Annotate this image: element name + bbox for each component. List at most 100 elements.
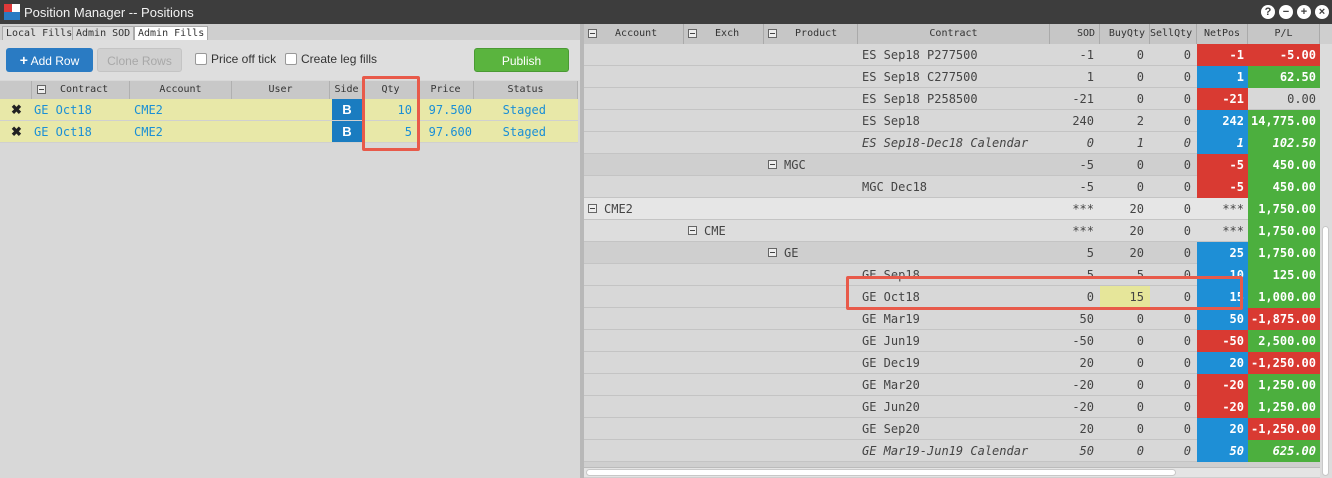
position-label: ES Sep18 P277500 (862, 48, 978, 62)
help-icon[interactable]: ? (1261, 5, 1275, 19)
position-buyqty: 0 (1136, 70, 1144, 84)
position-sellqty: 0 (1183, 114, 1191, 128)
scroll-thumb[interactable] (586, 469, 1176, 476)
header-sellqty[interactable]: SellQty (1150, 24, 1197, 44)
position-row[interactable]: GE Mar20 -20 0 0 -20 1,250.00 (584, 374, 1320, 396)
position-netpos: 20 (1197, 418, 1248, 440)
tab-admin-sod[interactable]: Admin SOD (72, 26, 135, 40)
scroll-thumb[interactable] (1322, 226, 1329, 476)
position-netpos: -1 (1197, 44, 1248, 66)
position-row[interactable]: GE Mar19 50 0 0 50 -1,875.00 (584, 308, 1320, 330)
position-row[interactable]: ES Sep18 240 2 0 242 14,775.00 (584, 110, 1320, 132)
header-pl[interactable]: P/L (1248, 24, 1320, 44)
fill-price[interactable]: 97.500 (420, 99, 472, 121)
collapse-icon[interactable] (588, 28, 597, 38)
position-row[interactable]: GE Dec19 20 0 0 20 -1,250.00 (584, 352, 1320, 374)
header-netpos[interactable]: NetPos (1197, 24, 1248, 44)
fill-row[interactable]: ✖ GE Oct18 CME2 B 5 97.600 Staged (0, 121, 578, 143)
maximize-icon[interactable]: + (1297, 5, 1311, 19)
position-sod: 240 (1072, 114, 1094, 128)
position-pl: -1,250.00 (1248, 352, 1320, 374)
fill-account[interactable]: CME2 (134, 99, 163, 121)
header-side[interactable]: Side (330, 81, 364, 99)
fill-side[interactable]: B (332, 99, 362, 120)
position-sellqty: 0 (1183, 136, 1191, 150)
tab-admin-fills[interactable]: Admin Fills (134, 26, 209, 40)
collapse-icon[interactable] (768, 28, 777, 38)
position-netpos: -20 (1197, 374, 1248, 396)
header-contract[interactable]: Contract (858, 24, 1050, 44)
header-user[interactable]: User (232, 81, 330, 99)
position-row[interactable]: GE 5 20 0 25 1,750.00 (584, 242, 1320, 264)
fill-account[interactable]: CME2 (134, 121, 163, 143)
position-row[interactable]: ES Sep18 P258500 -21 0 0 -21 0.00 (584, 88, 1320, 110)
position-buyqty: 20 (1129, 246, 1144, 260)
collapse-icon[interactable] (768, 248, 777, 257)
fill-price[interactable]: 97.600 (420, 121, 472, 143)
fills-panel: Local Fills Admin SOD Admin Fills + Add … (0, 24, 580, 478)
fill-row[interactable]: ✖ GE Oct18 CME2 B 10 97.500 Staged (0, 99, 578, 121)
delete-row-icon[interactable]: ✖ (11, 99, 22, 121)
header-price[interactable]: Price (418, 81, 474, 99)
position-sod: -5 (1079, 180, 1094, 194)
header-exch[interactable]: Exch (684, 24, 764, 44)
create-leg-fills-label: Create leg fills (301, 52, 378, 66)
position-pl: -1,875.00 (1248, 308, 1320, 330)
header-status[interactable]: Status (474, 81, 578, 99)
collapse-icon[interactable] (37, 84, 46, 94)
collapse-icon[interactable] (688, 226, 697, 235)
position-sod: 50 (1079, 312, 1094, 326)
position-row[interactable]: ES Sep18 P277500 -1 0 0 -1 -5.00 (584, 44, 1320, 66)
header-product[interactable]: Product (764, 24, 858, 44)
position-netpos: -20 (1197, 396, 1248, 418)
position-row[interactable]: GE Jun19 -50 0 0 -50 2,500.00 (584, 330, 1320, 352)
fill-contract[interactable]: GE Oct18 (34, 99, 92, 121)
delete-row-icon[interactable]: ✖ (11, 121, 22, 143)
collapse-icon[interactable] (588, 204, 597, 213)
position-label: GE (784, 246, 799, 260)
fills-toolbar: + Add Row Clone Rows Price off tick Crea… (0, 40, 580, 80)
position-label: ES Sep18 (862, 114, 920, 128)
add-row-label: Add Row (30, 54, 80, 68)
position-label: CME (704, 224, 726, 238)
create-leg-fills-checkbox[interactable] (285, 53, 297, 65)
fill-side[interactable]: B (332, 121, 362, 142)
close-icon[interactable]: × (1315, 5, 1329, 19)
position-row[interactable]: GE Mar19-Jun19 Calendar 50 0 0 50 625.00 (584, 440, 1320, 462)
position-buyqty: 0 (1136, 48, 1144, 62)
price-off-tick-checkbox[interactable] (195, 53, 207, 65)
position-pl: 450.00 (1248, 154, 1320, 176)
position-sellqty: 0 (1183, 378, 1191, 392)
position-sellqty: 0 (1183, 356, 1191, 370)
tab-local-fills[interactable]: Local Fills (2, 26, 77, 40)
position-row[interactable]: GE Sep20 20 0 0 20 -1,250.00 (584, 418, 1320, 440)
position-pl: 14,775.00 (1248, 110, 1320, 132)
position-row[interactable]: GE Jun20 -20 0 0 -20 1,250.00 (584, 396, 1320, 418)
header-contract[interactable]: Contract (32, 81, 130, 99)
collapse-icon[interactable] (688, 28, 697, 38)
header-account[interactable]: Account (584, 24, 684, 44)
position-row[interactable]: CME2 *** 20 0 *** 1,750.00 (584, 198, 1320, 220)
header-buyqty[interactable]: BuyQty (1100, 24, 1150, 44)
position-sod: 5 (1086, 246, 1094, 260)
fill-contract[interactable]: GE Oct18 (34, 121, 92, 143)
position-pl: 1,250.00 (1248, 396, 1320, 418)
position-row[interactable]: MGC -5 0 0 -5 450.00 (584, 154, 1320, 176)
position-sod: 20 (1079, 356, 1094, 370)
fill-status: Staged (502, 103, 546, 117)
collapse-icon[interactable] (768, 160, 777, 169)
position-buyqty: 0 (1136, 334, 1144, 348)
vertical-scrollbar[interactable] (1320, 44, 1332, 478)
add-row-button[interactable]: + Add Row (6, 48, 93, 72)
header-sod[interactable]: SOD (1050, 24, 1100, 44)
clone-rows-button[interactable]: Clone Rows (97, 48, 182, 72)
header-account[interactable]: Account (130, 81, 232, 99)
position-sod: *** (1072, 202, 1094, 216)
position-row[interactable]: CME *** 20 0 *** 1,750.00 (584, 220, 1320, 242)
position-row[interactable]: ES Sep18-Dec18 Calendar 0 1 0 1 102.50 (584, 132, 1320, 154)
horizontal-scrollbar[interactable] (584, 467, 1320, 477)
position-row[interactable]: ES Sep18 C277500 1 0 0 1 62.50 (584, 66, 1320, 88)
publish-button[interactable]: Publish (474, 48, 569, 72)
position-row[interactable]: MGC Dec18 -5 0 0 -5 450.00 (584, 176, 1320, 198)
minimize-icon[interactable]: − (1279, 5, 1293, 19)
